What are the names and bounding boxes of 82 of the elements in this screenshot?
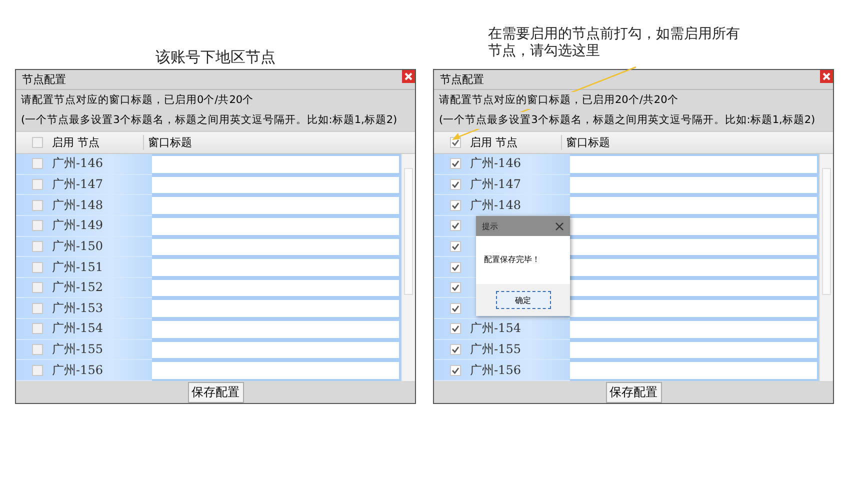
save-button[interactable]: 保存配置 xyxy=(188,382,244,402)
checkbox[interactable] xyxy=(32,302,43,314)
node-name: 广州-147 xyxy=(52,176,103,193)
title-input[interactable] xyxy=(570,257,819,278)
dialog-title: 提示 xyxy=(482,220,498,232)
node-name: 广州-147 xyxy=(470,176,521,193)
title-input[interactable] xyxy=(152,319,401,340)
node-name: 广州-150 xyxy=(52,238,103,255)
title-input[interactable] xyxy=(570,236,819,258)
title-input[interactable] xyxy=(570,340,819,360)
title-input[interactable] xyxy=(152,236,401,258)
checkbox[interactable] xyxy=(32,364,43,376)
scrollbar[interactable] xyxy=(819,154,833,381)
column-header: 启用 节点 xyxy=(469,135,518,150)
checkbox[interactable] xyxy=(450,302,461,314)
node-name: 广州-146 xyxy=(52,155,103,172)
title-input[interactable] xyxy=(152,278,401,298)
node-name: 广州-154 xyxy=(52,320,103,338)
save-button[interactable]: 保存配置 xyxy=(606,382,662,402)
title-input[interactable] xyxy=(570,360,819,381)
checkbox[interactable] xyxy=(450,364,461,376)
checkbox[interactable] xyxy=(32,282,43,294)
node-name: 广州-156 xyxy=(52,362,103,379)
caption: 在需要启用的节点前打勾，如需启用所有节点，请勾选这里 xyxy=(488,26,741,60)
node-name: 广州-155 xyxy=(52,341,103,358)
window-title: 节点配置 xyxy=(440,72,484,87)
hint-text: (一个节点最多设置3个标题名，标题之间用英文逗号隔开。比如:标题1,标题2) xyxy=(439,112,816,129)
scrollbar[interactable] xyxy=(401,154,415,381)
dialog-message: 配置保存完毕！ xyxy=(484,255,540,264)
column-header: 窗口标题 xyxy=(143,135,192,150)
checkbox[interactable] xyxy=(450,282,461,294)
close-icon[interactable] xyxy=(402,70,415,83)
checkbox[interactable] xyxy=(450,178,461,190)
info-text: 请配置节点对应的窗口标题，已启用20个/共20个 xyxy=(439,92,678,109)
column-header: 启用 节点 xyxy=(51,135,100,150)
node-name: 广州-146 xyxy=(470,155,521,172)
title-input[interactable] xyxy=(152,195,401,216)
checkbox[interactable] xyxy=(32,344,43,356)
close-icon[interactable] xyxy=(820,70,833,83)
checkbox[interactable] xyxy=(32,200,43,211)
title-input[interactable] xyxy=(152,360,401,381)
checkbox[interactable] xyxy=(32,158,43,170)
caption: 该账号下地区节点 xyxy=(156,48,276,67)
title-input[interactable] xyxy=(152,340,401,360)
checkbox[interactable] xyxy=(450,323,461,334)
node-name: 广州-149 xyxy=(52,217,103,234)
column-header: 窗口标题 xyxy=(561,135,610,150)
checkbox[interactable] xyxy=(32,323,43,334)
title-input[interactable] xyxy=(570,278,819,298)
checkbox[interactable] xyxy=(32,178,43,190)
title-input[interactable] xyxy=(570,319,819,340)
title-input[interactable] xyxy=(570,195,819,216)
checkbox[interactable] xyxy=(450,344,461,356)
title-input[interactable] xyxy=(570,216,819,237)
checkbox[interactable] xyxy=(450,158,461,170)
node-name: 广州-152 xyxy=(52,279,103,296)
node-name: 广州-153 xyxy=(52,300,103,317)
checkbox[interactable] xyxy=(32,220,43,232)
checkbox[interactable] xyxy=(450,220,461,232)
title-input[interactable] xyxy=(570,154,819,175)
node-name: 广州-148 xyxy=(470,196,521,214)
checkbox[interactable] xyxy=(450,200,461,211)
title-input[interactable] xyxy=(152,298,401,320)
title-input[interactable] xyxy=(152,174,401,196)
title-input[interactable] xyxy=(152,257,401,278)
title-input[interactable] xyxy=(570,174,819,196)
node-name: 广州-151 xyxy=(52,258,103,276)
window-title: 节点配置 xyxy=(22,72,66,87)
checkbox[interactable] xyxy=(32,137,43,148)
title-input[interactable] xyxy=(152,154,401,175)
node-name: 广州-155 xyxy=(470,341,521,358)
checkbox[interactable] xyxy=(32,262,43,273)
ok-button[interactable]: 确定 xyxy=(496,291,550,309)
title-input[interactable] xyxy=(152,216,401,237)
node-name: 广州-156 xyxy=(470,362,521,379)
checkbox[interactable] xyxy=(450,240,461,252)
title-input[interactable] xyxy=(570,298,819,320)
checkbox[interactable] xyxy=(450,262,461,273)
checkbox[interactable] xyxy=(32,240,43,252)
close-icon[interactable] xyxy=(555,222,564,230)
node-name: 广州-148 xyxy=(52,196,103,214)
node-name: 广州-154 xyxy=(470,320,521,338)
